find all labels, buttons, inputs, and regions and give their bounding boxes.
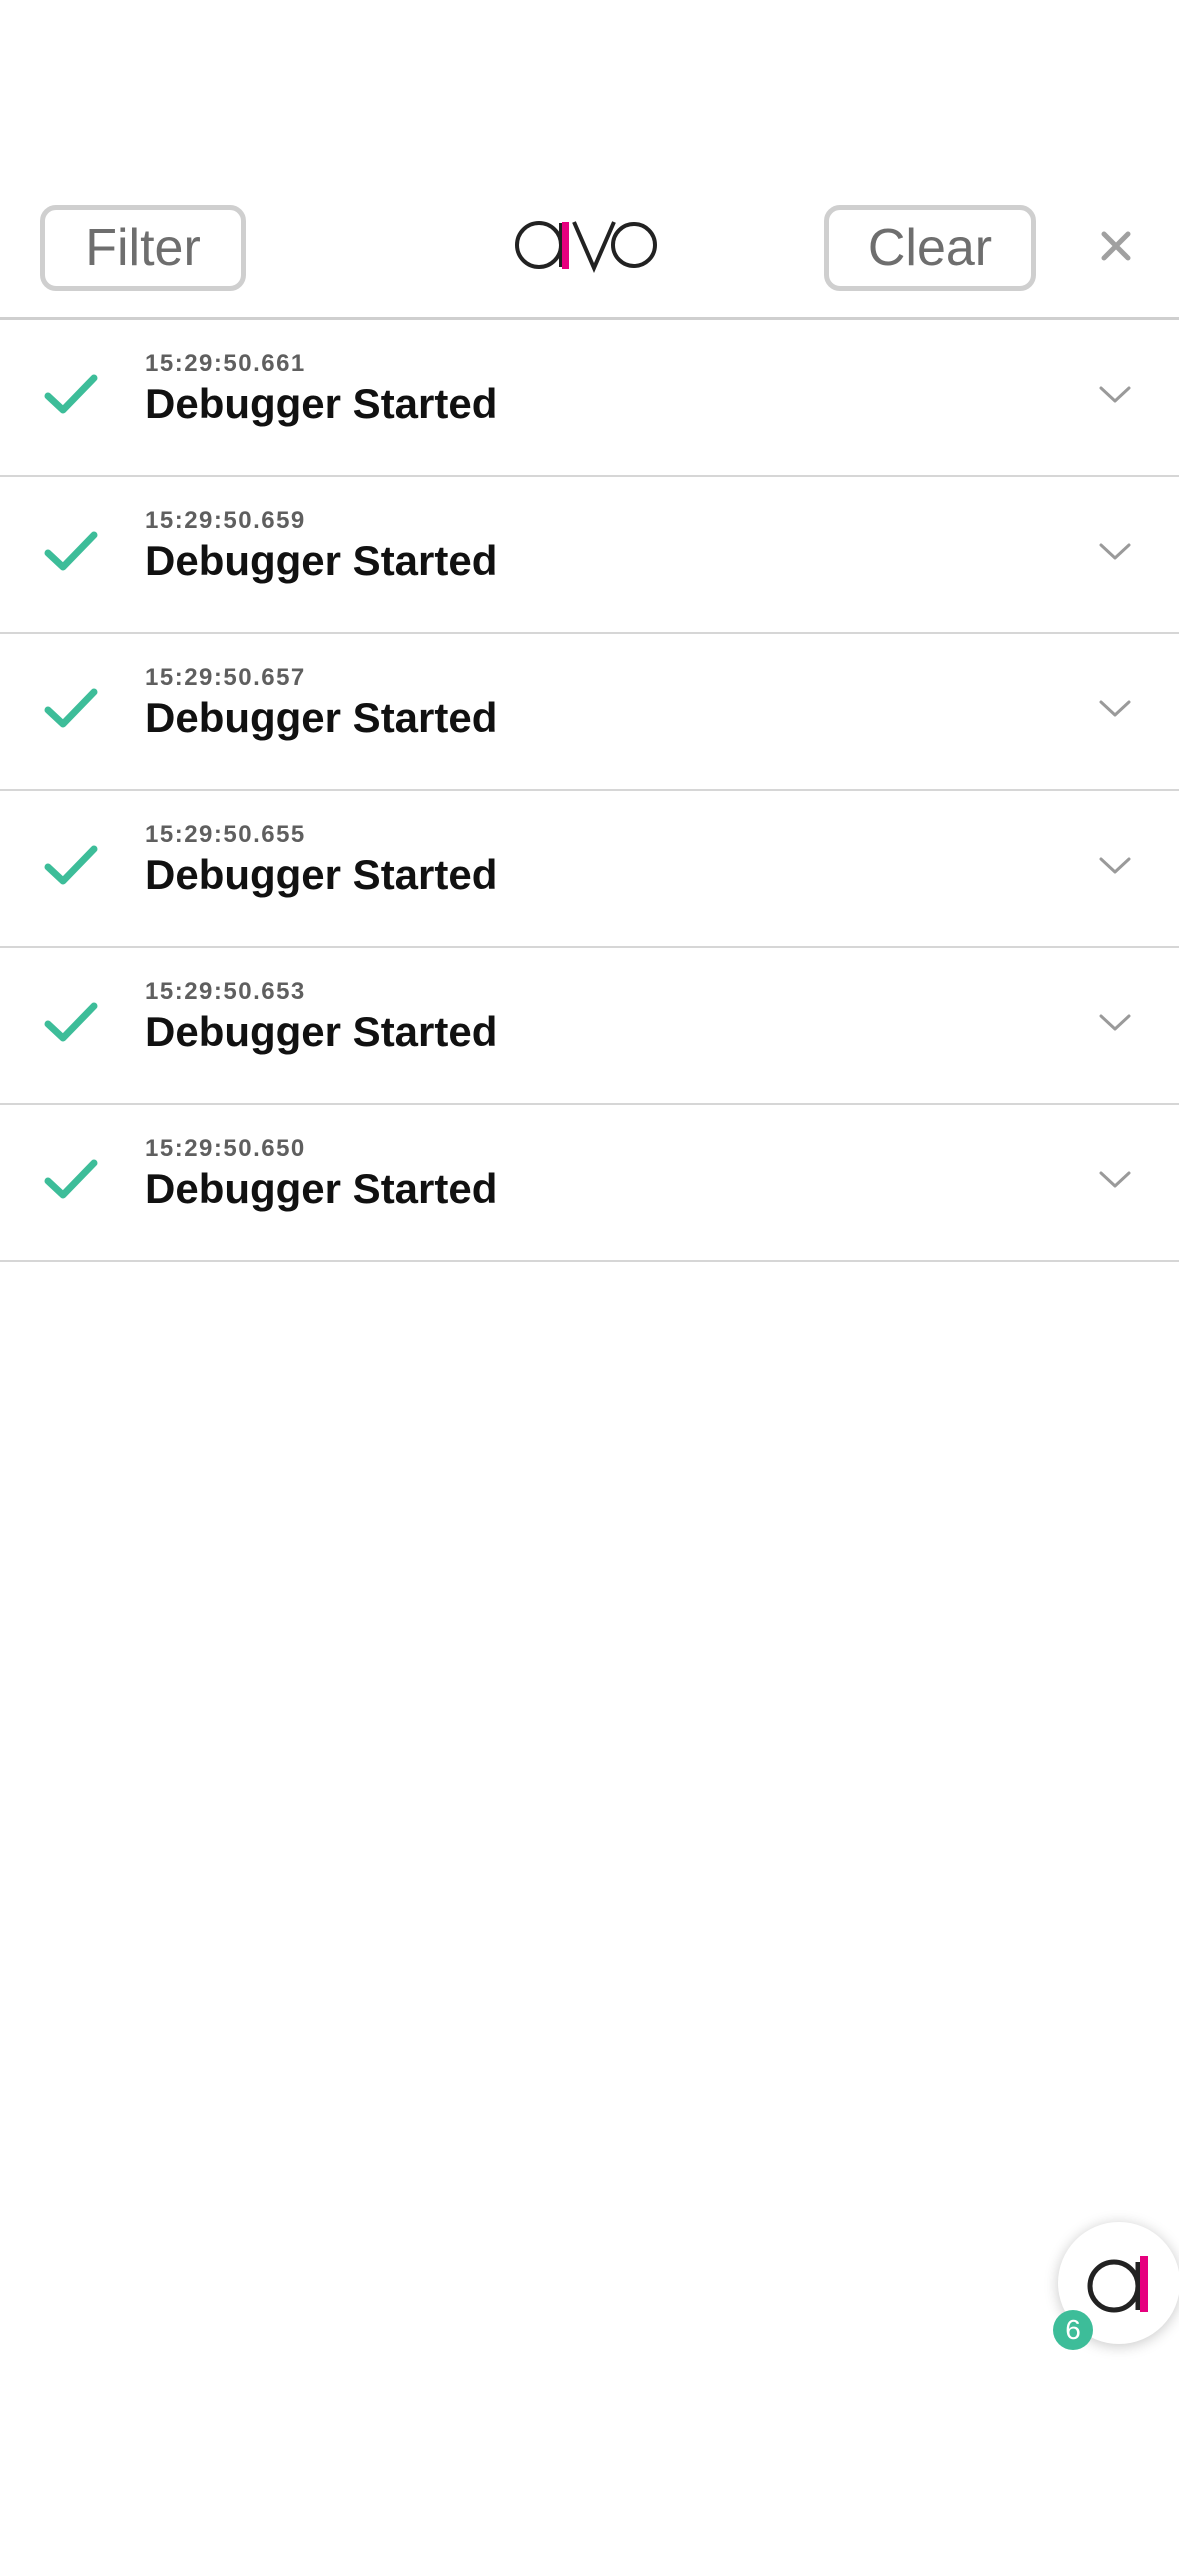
event-row[interactable]: 15:29:50.661 Debugger Started (0, 320, 1179, 477)
event-row[interactable]: 15:29:50.655 Debugger Started (0, 791, 1179, 948)
check-icon (44, 845, 98, 885)
avo-logo (515, 221, 657, 274)
event-name: Debugger Started (145, 694, 498, 741)
event-timestamp: 15:29:50.655 (145, 821, 306, 848)
filter-button[interactable]: Filter (40, 205, 246, 291)
chevron-down-icon[interactable] (1097, 1167, 1133, 1191)
event-name: Debugger Started (145, 380, 498, 427)
event-timestamp: 15:29:50.653 (145, 978, 306, 1005)
chevron-down-icon[interactable] (1097, 1010, 1133, 1034)
event-row[interactable]: 15:29:50.659 Debugger Started (0, 477, 1179, 634)
event-row[interactable]: 15:29:50.653 Debugger Started (0, 948, 1179, 1105)
event-count-badge: 6 (1053, 2310, 1093, 2350)
event-timestamp: 15:29:50.650 (145, 1135, 306, 1162)
chevron-down-icon[interactable] (1097, 382, 1133, 406)
check-icon (44, 1159, 98, 1199)
check-icon (44, 531, 98, 571)
chevron-down-icon[interactable] (1097, 853, 1133, 877)
chevron-down-icon[interactable] (1097, 539, 1133, 563)
check-icon (44, 374, 98, 414)
event-timestamp: 15:29:50.657 (145, 664, 306, 691)
event-timestamp: 15:29:50.661 (145, 350, 306, 377)
event-list: 15:29:50.661 Debugger Started 15:29:50.6… (0, 320, 1179, 1262)
close-icon[interactable] (1090, 220, 1142, 272)
event-name: Debugger Started (145, 1165, 498, 1212)
chevron-down-icon[interactable] (1097, 696, 1133, 720)
event-name: Debugger Started (145, 1008, 498, 1055)
debugger-header: Filter Clear (0, 0, 1179, 320)
avo-logo-mark-icon (1087, 2256, 1148, 2313)
clear-button[interactable]: Clear (824, 205, 1036, 291)
event-row[interactable]: 15:29:50.657 Debugger Started (0, 634, 1179, 791)
event-row[interactable]: 15:29:50.650 Debugger Started (0, 1105, 1179, 1262)
check-icon (44, 688, 98, 728)
event-timestamp: 15:29:50.659 (145, 507, 306, 534)
event-name: Debugger Started (145, 537, 498, 584)
check-icon (44, 1002, 98, 1042)
event-name: Debugger Started (145, 851, 498, 898)
